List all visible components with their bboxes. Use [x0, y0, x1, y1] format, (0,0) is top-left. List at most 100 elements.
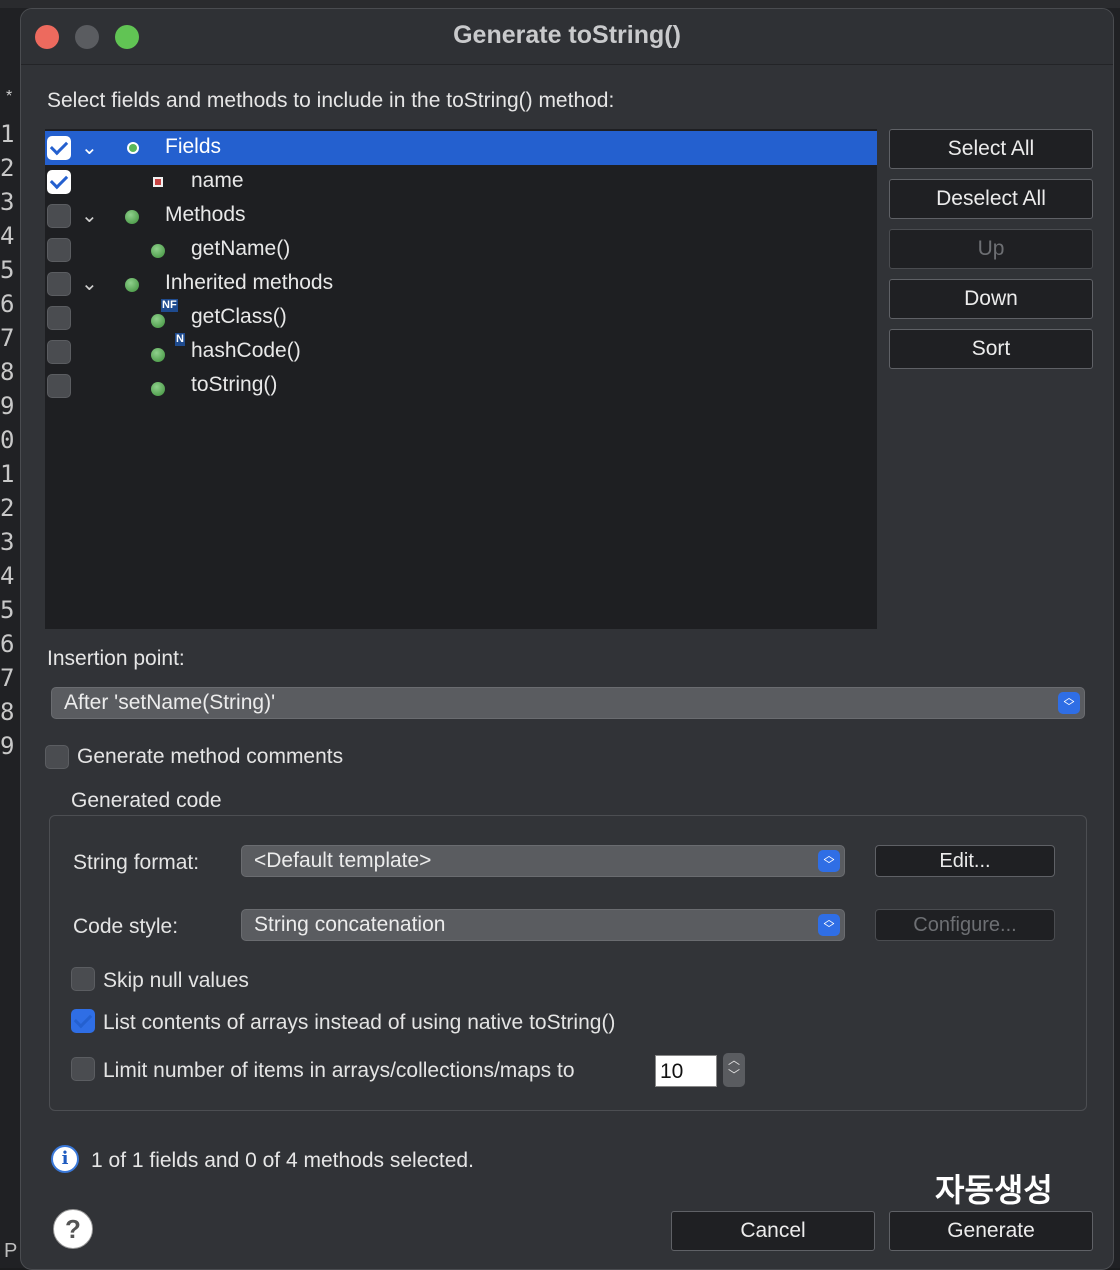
tree-row-tostring[interactable]: toString() — [45, 369, 877, 403]
deselect-all-button[interactable]: Deselect All — [889, 179, 1093, 219]
tree-label: toString() — [191, 373, 278, 396]
line-number: 9 — [0, 392, 15, 420]
annotation-text: 자동생성 — [935, 1172, 1053, 1208]
name-checkbox[interactable] — [47, 170, 71, 194]
sort-button[interactable]: Sort — [889, 329, 1093, 369]
line-number: 2 — [0, 494, 15, 522]
line-number: 6 — [0, 290, 15, 318]
chevron-down-icon[interactable]: ⌄ — [81, 271, 98, 296]
generate-tostring-dialog: Generate toString() Select fields and me… — [20, 8, 1114, 1270]
info-icon: i — [51, 1145, 79, 1173]
public-method-icon — [151, 382, 165, 396]
insertion-point-select[interactable]: After 'setName(String)' ︿ ﹀ — [51, 687, 1085, 719]
line-number: 3 — [0, 528, 15, 556]
fields-checkbox[interactable] — [47, 136, 71, 160]
line-number: 9 — [0, 732, 15, 760]
cancel-button[interactable]: Cancel — [671, 1211, 875, 1251]
line-number: 4 — [0, 222, 15, 250]
tree-label: Methods — [165, 203, 246, 226]
code-style-select[interactable]: String concatenation ︿ ﹀ — [241, 909, 845, 941]
select-arrows-icon: ︿ ﹀ — [818, 850, 840, 872]
member-tree[interactable]: ⌄ Fields name ⌄ Methods getName() ⌄ Inhe… — [45, 129, 877, 629]
line-number: 1 — [0, 120, 15, 148]
getclass-checkbox[interactable] — [47, 306, 71, 330]
string-format-label: String format: — [73, 851, 200, 874]
tree-label: getClass() — [191, 305, 287, 328]
help-button[interactable]: ? — [53, 1209, 93, 1249]
tree-label: Fields — [165, 135, 222, 158]
up-button[interactable]: Up — [889, 229, 1093, 269]
line-number: 8 — [0, 358, 15, 386]
string-format-value: <Default template> — [254, 849, 432, 872]
editor-dirty-marker: * — [6, 88, 13, 105]
methods-checkbox[interactable] — [47, 204, 71, 228]
limit-items-stepper[interactable]: ︿ ﹀ — [723, 1053, 745, 1087]
insertion-point-label: Insertion point: — [47, 647, 185, 670]
selection-status-text: 1 of 1 fields and 0 of 4 methods selecte… — [91, 1149, 474, 1172]
line-number: 0 — [0, 426, 15, 454]
tree-row-hashcode[interactable]: N hashCode() — [45, 333, 877, 369]
select-arrows-icon: ︿ ﹀ — [1058, 692, 1080, 714]
public-method-icon — [151, 348, 165, 362]
tree-row-getname[interactable]: getName() — [45, 233, 877, 267]
native-overlay-icon: N — [175, 333, 185, 346]
chevron-down-icon[interactable]: ⌄ — [81, 203, 98, 228]
code-style-label: Code style: — [73, 915, 179, 938]
tree-label: Inherited methods — [165, 271, 334, 294]
status-fragment: P — [4, 1240, 18, 1262]
select-arrows-icon: ︿ ﹀ — [818, 914, 840, 936]
inherited-methods-checkbox[interactable] — [47, 272, 71, 296]
tree-row-name[interactable]: name — [45, 165, 877, 199]
down-button[interactable]: Down — [889, 279, 1093, 319]
generate-comments-checkbox[interactable] — [45, 745, 69, 769]
tostring-checkbox[interactable] — [47, 374, 71, 398]
tree-row-getclass[interactable]: NF getClass() — [45, 299, 877, 335]
tree-label: name — [191, 169, 244, 192]
title-bar: Generate toString() — [21, 9, 1113, 65]
tree-label: getName() — [191, 237, 291, 260]
list-arrays-checkbox[interactable] — [71, 1009, 95, 1033]
native-final-overlay-icon: NF — [161, 299, 178, 312]
list-arrays-label: List contents of arrays instead of using… — [103, 1011, 616, 1034]
line-number: 8 — [0, 698, 15, 726]
select-all-button[interactable]: Select All — [889, 129, 1093, 169]
dialog-title: Generate toString() — [453, 21, 681, 49]
configure-button[interactable]: Configure... — [875, 909, 1055, 941]
tree-row-inherited-methods[interactable]: ⌄ Inherited methods — [45, 267, 877, 301]
string-format-select[interactable]: <Default template> ︿ ﹀ — [241, 845, 845, 877]
line-number: 4 — [0, 562, 15, 590]
getname-checkbox[interactable] — [47, 238, 71, 262]
skip-null-checkbox[interactable] — [71, 967, 95, 991]
limit-items-input[interactable]: 10 — [655, 1055, 717, 1087]
line-number: 5 — [0, 256, 15, 284]
code-style-value: String concatenation — [254, 913, 446, 936]
generate-button[interactable]: Generate — [889, 1211, 1093, 1251]
line-number: 6 — [0, 630, 15, 658]
line-number: 1 — [0, 460, 15, 488]
method-group-icon — [125, 210, 139, 224]
generate-comments-label: Generate method comments — [77, 745, 344, 768]
line-number: 5 — [0, 596, 15, 624]
generated-code-title: Generated code — [71, 789, 222, 812]
method-group-icon — [125, 278, 139, 292]
hashcode-checkbox[interactable] — [47, 340, 71, 364]
line-number: 7 — [0, 664, 15, 692]
limit-items-label: Limit number of items in arrays/collecti… — [103, 1059, 575, 1082]
insertion-point-value: After 'setName(String)' — [64, 691, 276, 714]
line-number: 3 — [0, 188, 15, 216]
field-group-icon — [129, 144, 137, 152]
tree-label: hashCode() — [191, 339, 301, 362]
editor-toolbar-strip — [0, 0, 1120, 8]
private-field-icon — [153, 177, 163, 187]
limit-items-checkbox[interactable] — [71, 1057, 95, 1081]
line-number: 7 — [0, 324, 15, 352]
skip-null-label: Skip null values — [103, 969, 249, 992]
public-method-icon — [151, 314, 165, 328]
chevron-down-icon[interactable]: ⌄ — [81, 135, 98, 160]
line-number: 2 — [0, 154, 15, 182]
instruction-text: Select fields and methods to include in … — [47, 89, 615, 112]
tree-row-methods[interactable]: ⌄ Methods — [45, 199, 877, 233]
tree-row-fields[interactable]: ⌄ Fields — [45, 131, 877, 165]
public-method-icon — [151, 244, 165, 258]
edit-template-button[interactable]: Edit... — [875, 845, 1055, 877]
